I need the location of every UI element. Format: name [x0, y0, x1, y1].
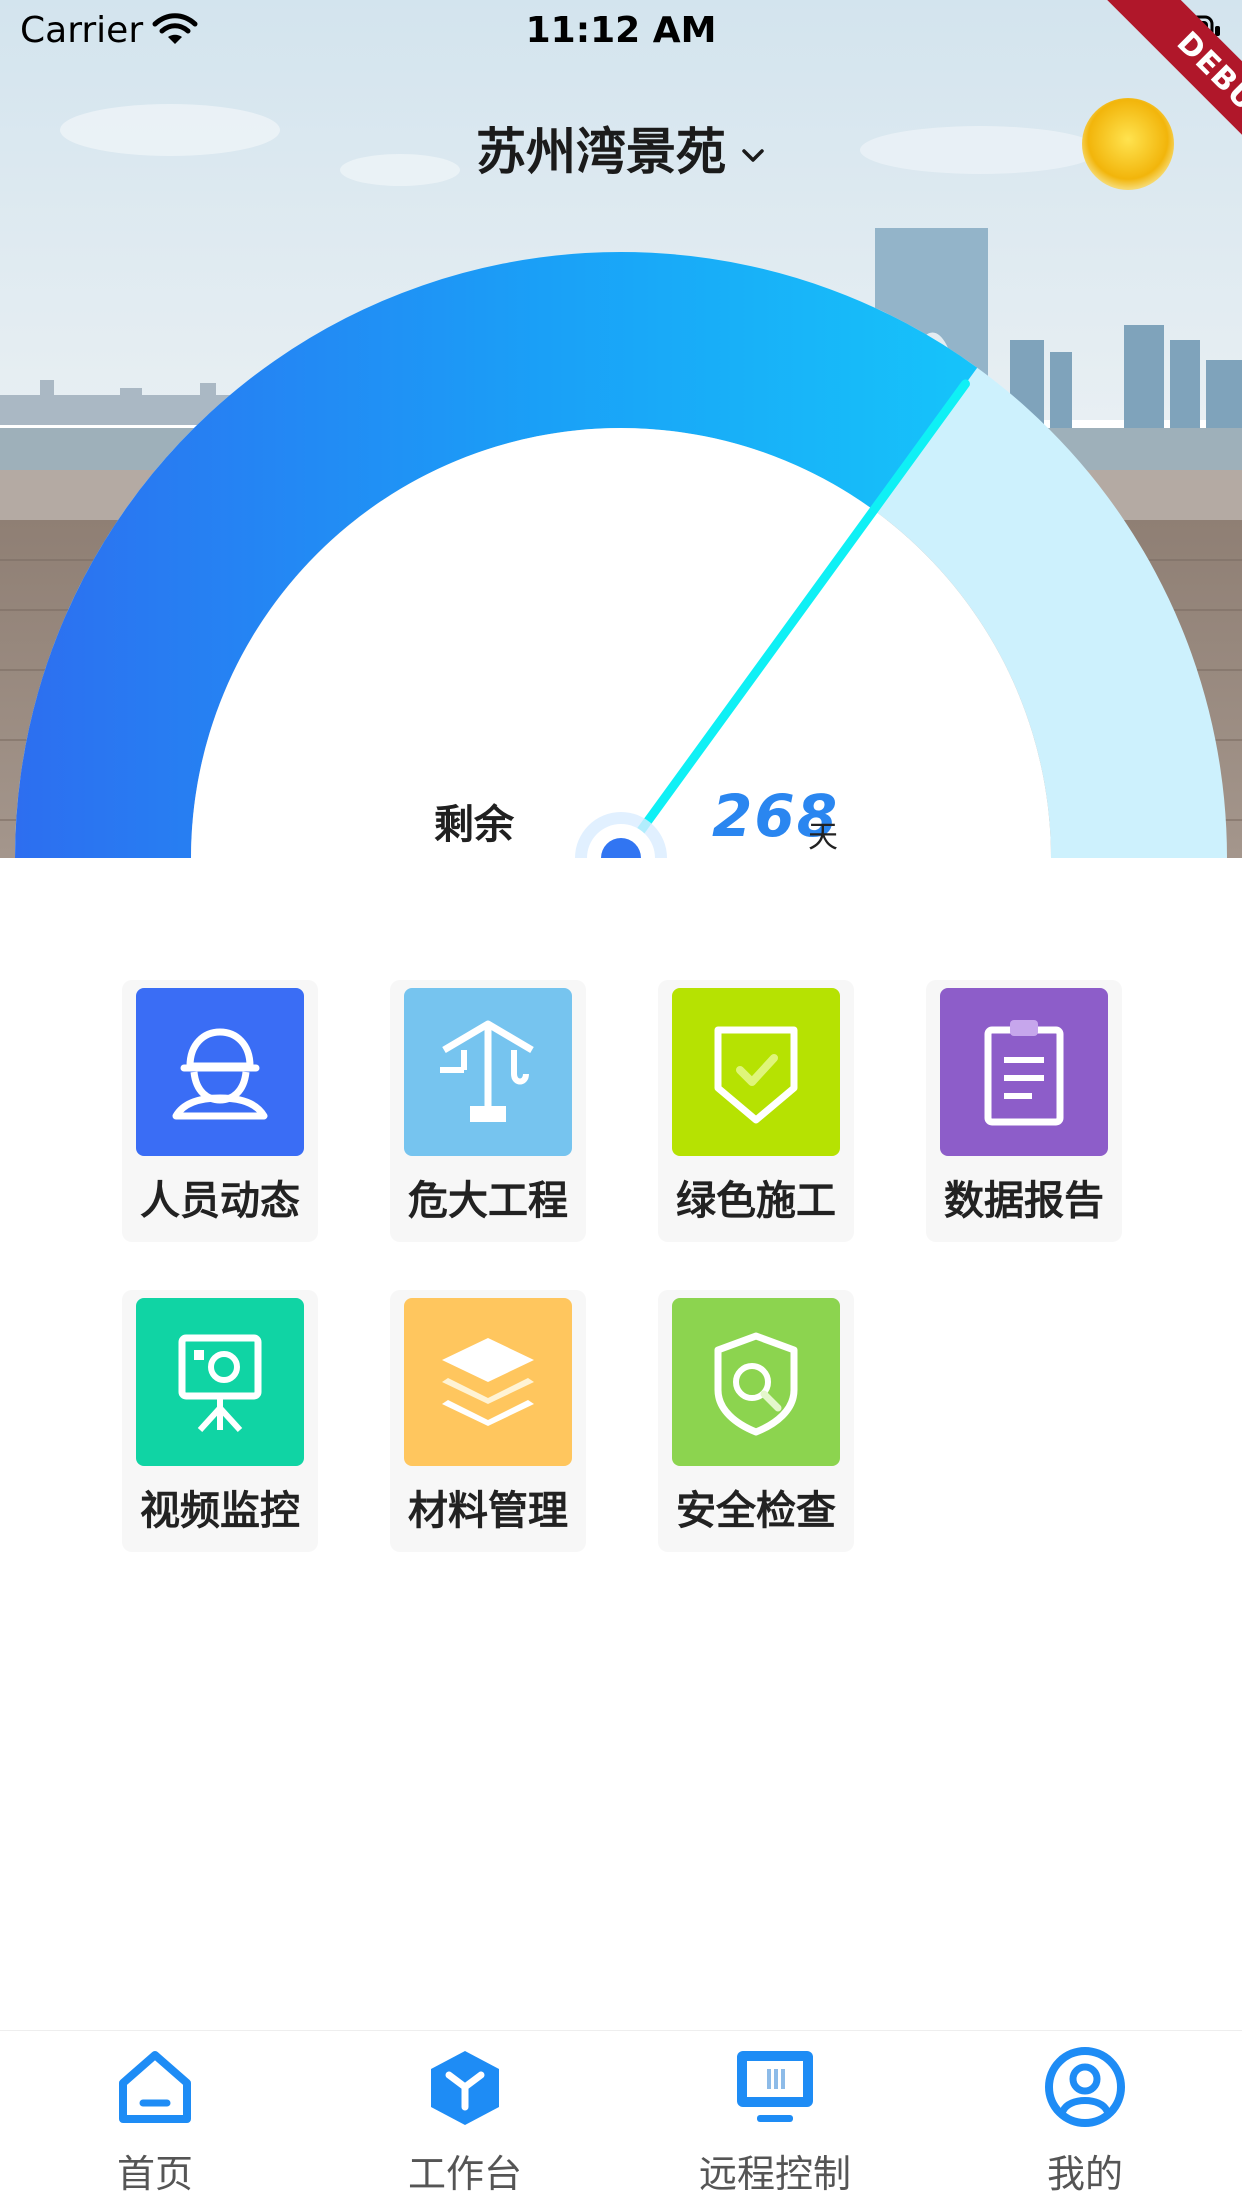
- module-video-monitoring[interactable]: 视频监控: [122, 1290, 318, 1552]
- tower-crane-icon: [404, 988, 572, 1156]
- tab-label: 工作台: [407, 2152, 522, 2196]
- module-green-construction[interactable]: 绿色施工: [658, 980, 854, 1242]
- remaining-days-unit: 天: [808, 820, 838, 855]
- tab-remote-control[interactable]: 远程控制: [620, 2031, 930, 2209]
- project-selector[interactable]: 苏州湾景苑: [0, 112, 1242, 184]
- tab-home[interactable]: 首页: [0, 2031, 310, 2209]
- module-label: 人员动态: [140, 1178, 300, 1224]
- shield-search-icon: [672, 1298, 840, 1466]
- tab-label: 首页: [116, 2152, 193, 2196]
- module-label: 安全检查: [676, 1488, 836, 1534]
- module-material-management[interactable]: 材料管理: [390, 1290, 586, 1552]
- tab-label: 我的: [1046, 2152, 1123, 2196]
- project-name: 苏州湾景苑: [476, 123, 726, 181]
- module-personnel[interactable]: 人员动态: [122, 980, 318, 1242]
- shield-check-icon: [672, 988, 840, 1156]
- module-label: 视频监控: [140, 1488, 300, 1534]
- tab-label: 远程控制: [698, 2152, 851, 2196]
- workbench-cube-icon: [431, 2051, 499, 2125]
- weather-sun-icon[interactable]: [1082, 98, 1174, 190]
- tab-mine[interactable]: 我的: [930, 2031, 1240, 2209]
- module-safety-inspection[interactable]: 安全检查: [658, 1290, 854, 1552]
- monitor-icon: [737, 2051, 813, 2122]
- module-label: 材料管理: [408, 1488, 568, 1534]
- module-label: 危大工程: [408, 1178, 568, 1224]
- home-icon: [119, 2051, 191, 2123]
- layers-icon: [404, 1298, 572, 1466]
- module-major-hazard[interactable]: 危大工程: [390, 980, 586, 1242]
- status-bar: Carrier 11:12 AM: [0, 0, 1242, 66]
- worker-helmet-icon: [136, 988, 304, 1156]
- module-label: 绿色施工: [676, 1178, 836, 1224]
- profile-icon: [1045, 2047, 1125, 2127]
- tab-workbench[interactable]: 工作台: [310, 2031, 620, 2209]
- chevron-down-icon: [742, 148, 764, 162]
- module-label: 数据报告: [944, 1178, 1104, 1224]
- module-data-report[interactable]: 数据报告: [926, 980, 1122, 1242]
- bottom-tab-bar: 首页 工作台 远程控制 我的: [0, 2030, 1242, 2209]
- camera-tripod-icon: [136, 1298, 304, 1466]
- status-time: 11:12 AM: [525, 10, 717, 51]
- remaining-label: 剩余: [434, 802, 514, 848]
- clipboard-report-icon: [940, 988, 1108, 1156]
